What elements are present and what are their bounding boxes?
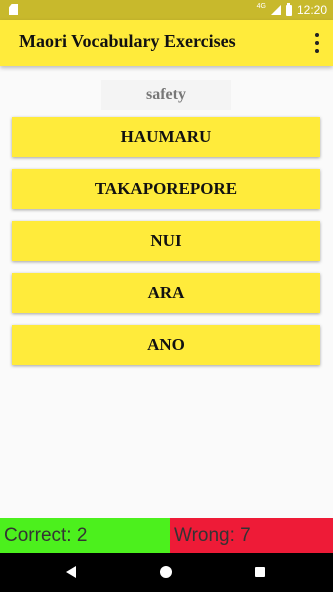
correct-score: Correct: 2 [0, 518, 170, 553]
navigation-bar [0, 553, 333, 592]
wrong-score: Wrong: 7 [170, 518, 333, 553]
answer-button-5[interactable]: ANO [12, 325, 320, 365]
answer-button-1[interactable]: HAUMARU [12, 117, 320, 157]
battery-icon [285, 2, 292, 16]
app-bar: Maori Vocabulary Exercises [0, 20, 333, 66]
overflow-menu-icon[interactable] [311, 33, 323, 53]
app-title: Maori Vocabulary Exercises [19, 31, 236, 51]
back-icon[interactable] [66, 566, 76, 578]
answer-button-4[interactable]: ARA [12, 273, 320, 313]
status-time: 12:20 [296, 3, 327, 17]
status-bar: 4G 12:20 [0, 0, 333, 20]
answer-button-2[interactable]: TAKAPOREPORE [12, 169, 320, 209]
signal-icon [270, 5, 281, 15]
sd-card-icon [9, 4, 18, 15]
question-word: safety [101, 80, 231, 110]
network-type: 4G [256, 2, 266, 10]
status-icons: 4G 12:20 [257, 2, 327, 18]
home-icon[interactable] [160, 566, 172, 578]
recents-icon[interactable] [255, 567, 265, 577]
answer-button-3[interactable]: NUI [12, 221, 320, 261]
